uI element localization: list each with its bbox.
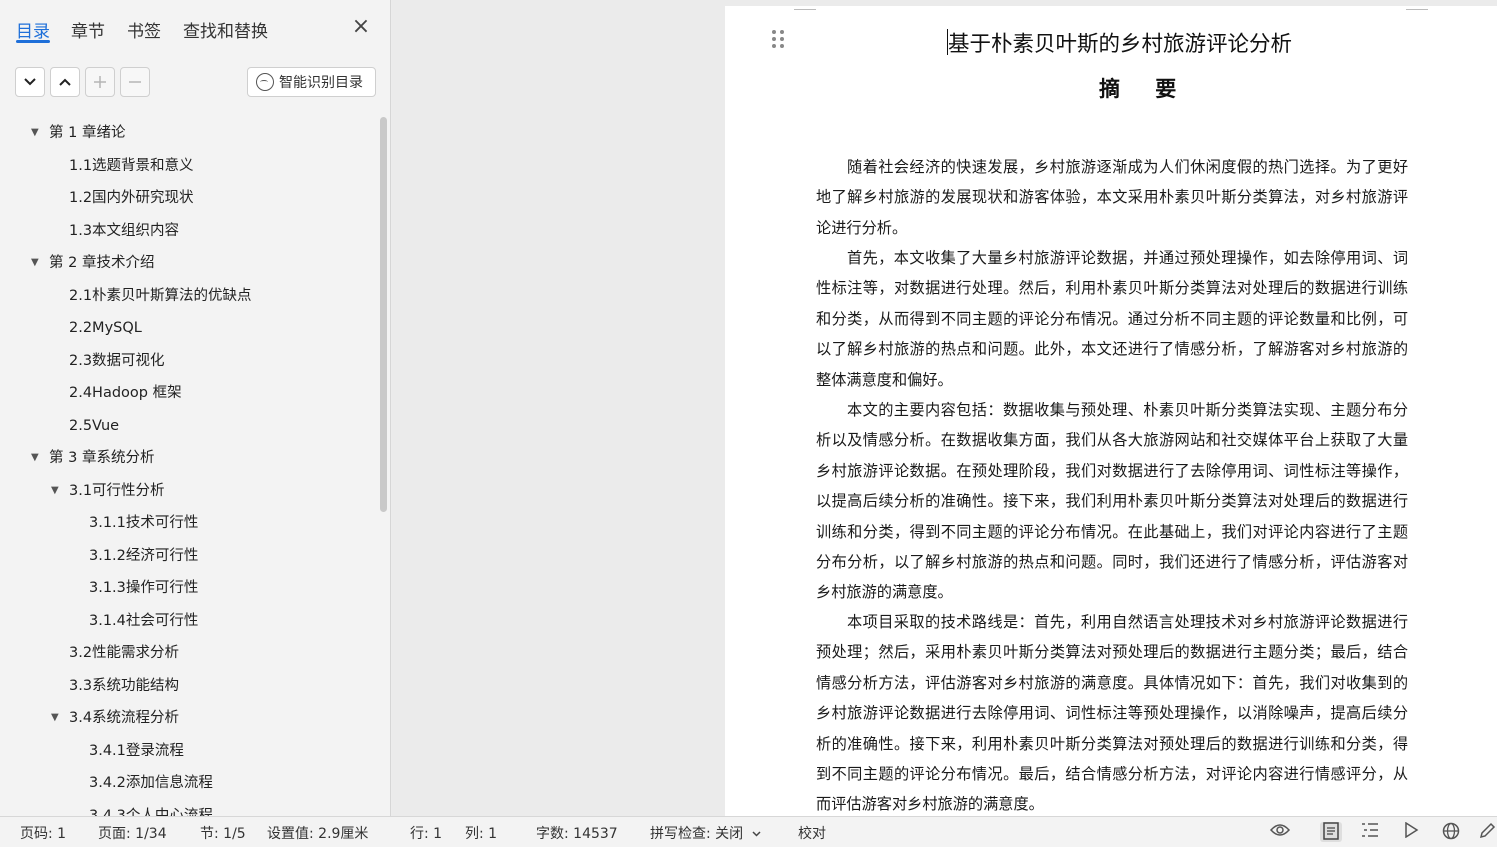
expand-arrow-icon[interactable]: ▼ [31,444,39,472]
toc-item-label: 1.2国内外研究现状 [69,190,194,206]
toc-item-label: 3.2性能需求分析 [69,645,180,661]
remove-toc-item-button[interactable] [120,67,150,97]
toc-item[interactable]: 2.5Vue [0,412,378,440]
toc-item[interactable]: 2.1朴素贝叶斯算法的优缺点 [0,282,378,310]
document-title: 基于朴素贝叶斯的乡村旅游评论分析 [948,32,1293,57]
toc-item-label: 3.4.3个人中心流程 [89,807,213,817]
toc-item[interactable]: ▼ 3.4系统流程分析 [0,704,378,732]
toc-item[interactable]: 1.2国内外研究现状 [0,184,378,212]
toc-item-label: 3.4系统流程分析 [69,710,180,726]
status-bar: 页码: 1 页面: 1/34 节: 1/5 设置值: 2.9厘米 行: 1 列:… [0,816,1497,847]
toc-item-label: 第 1 章绪论 [49,125,126,141]
page-margin-marker [1406,6,1428,10]
status-col[interactable]: 列: 1 [465,823,497,843]
add-toc-item-button[interactable] [85,67,115,97]
toc-item[interactable]: 3.1.1技术可行性 [0,509,378,537]
toc-item[interactable]: 3.4.2添加信息流程 [0,769,378,797]
toc-item[interactable]: ▼ 3.1可行性分析 [0,477,378,505]
abstract-paragraph-1: 随着社会经济的快速发展，乡村旅游逐渐成为人们休闲度假的热门选择。为了更好地了解乡… [816,158,1408,237]
status-word-count[interactable]: 字数: 14537 [536,823,618,843]
toc-item[interactable]: 3.1.4社会可行性 [0,607,378,635]
expand-all-button[interactable] [15,67,45,97]
minus-icon [129,81,141,83]
status-section[interactable]: 节: 1/5 [200,823,246,843]
toc-item[interactable]: 3.2性能需求分析 [0,639,378,667]
expand-arrow-icon[interactable]: ▼ [51,477,59,505]
abstract-heading: 摘 要 [1099,76,1191,101]
eye-icon[interactable] [1269,822,1291,842]
active-tab-indicator [16,40,50,43]
toc-item[interactable]: ▼ 第 2 章技术介绍 [0,249,378,277]
smart-recognize-icon [256,73,274,91]
toc-item[interactable]: 3.3系统功能结构 [0,672,378,700]
status-setting[interactable]: 设置值: 2.9厘米 [267,823,368,843]
toc-scrollbar[interactable] [380,117,387,512]
toc-item-label: 3.4.2添加信息流程 [89,775,213,791]
toc-item-label: 3.1.1技术可行性 [89,515,199,531]
tab-chapters[interactable]: 章节 [71,17,105,42]
toc-item-label: 1.1选题背景和意义 [69,157,194,174]
chevron-down-icon [752,831,761,837]
collapse-all-button[interactable] [50,67,80,97]
expand-arrow-icon[interactable]: ▼ [31,249,39,277]
tab-find-replace[interactable]: 查找和替换 [183,17,268,42]
play-icon[interactable] [1400,821,1422,842]
toc-item[interactable]: 3.4.3个人中心流程 [0,802,378,817]
toc-item-label: 3.3系统功能结构 [69,677,180,694]
expand-arrow-icon[interactable]: ▼ [31,119,39,147]
status-spell-check[interactable]: 拼写检查: 关闭 [650,823,761,843]
toc-tree: ▼ 第 1 章绪论 1.1选题背景和意义 1.2国内外研究现状 1.3本文组织内容 ▼ 第 … [0,116,378,816]
toc-item[interactable]: 3.1.3操作可行性 [0,574,378,602]
toc-item[interactable]: ▼ 第 3 章系统分析 [0,444,378,472]
toc-item[interactable]: 1.1选题背景和意义 [0,152,378,180]
chevron-up-icon [59,78,71,86]
tab-toc[interactable]: 目录 [16,17,50,42]
outline-view-icon[interactable] [1359,822,1381,842]
smart-toc-label: 智能识别目录 [279,75,363,91]
status-row[interactable]: 行: 1 [410,823,442,843]
toc-item[interactable]: 2.3数据可视化 [0,347,378,375]
toc-item-label: 2.2MySQL [69,320,142,336]
spell-check-label: 拼写检查: 关闭 [650,826,744,842]
toc-item-label: 2.4Hadoop 框架 [69,385,182,401]
page-view-icon[interactable] [1320,822,1342,842]
toc-sidebar: 目录 章节 书签 查找和替换 × 智能识别目录 ▼ 第 1 章绪论 1.1选题背景和… [0,0,391,816]
toc-item[interactable]: 3.4.1登录流程 [0,737,378,765]
toc-item[interactable]: 1.3本文组织内容 [0,217,378,245]
status-page[interactable]: 页面: 1/34 [98,823,167,843]
toc-item-label: 2.3数据可视化 [69,352,165,369]
abstract-paragraph-3: 本文的主要内容包括：数据收集与预处理、朴素贝叶斯分类算法实现、主题分布分析以及情… [816,401,1408,602]
toc-item-label: 2.1朴素贝叶斯算法的优缺点 [69,287,252,304]
toc-item[interactable]: 2.4Hadoop 框架 [0,379,378,407]
toc-item-label: 2.5Vue [69,417,120,434]
abstract-paragraph-2: 首先，本文收集了大量乡村旅游评论数据，并通过预处理操作，如去除停用词、词性标注等… [816,249,1408,389]
status-proofread[interactable]: 校对 [798,823,826,843]
toc-item-label: 3.1.3操作可行性 [89,580,199,596]
toc-item-label: 第 2 章技术介绍 [49,255,155,271]
toc-item-label: 第 3 章系统分析 [49,450,155,466]
toc-item-label: 3.1可行性分析 [69,482,165,499]
toc-item-label: 3.1.2经济可行性 [89,547,199,564]
page-margin-marker [794,6,816,10]
abstract-paragraph-4: 本项目采取的技术路线是：首先，利用自然语言处理技术对乡村旅游评论数据进行预处理；… [816,613,1408,814]
pen-icon[interactable] [1478,822,1496,842]
expand-arrow-icon[interactable]: ▼ [51,704,59,732]
toc-item-label: 1.3本文组织内容 [69,222,180,239]
globe-icon[interactable] [1440,822,1462,842]
toc-item-label: 3.4.1登录流程 [89,742,184,759]
smart-toc-button[interactable]: 智能识别目录 [247,67,376,97]
chevron-down-icon [24,78,36,86]
close-icon[interactable]: × [350,16,372,39]
status-page-code[interactable]: 页码: 1 [20,823,66,843]
toc-item[interactable]: 3.1.2经济可行性 [0,542,378,570]
plus-icon [94,76,106,88]
toc-item[interactable]: ▼ 第 1 章绪论 [0,119,378,147]
tab-bookmarks[interactable]: 书签 [127,17,161,42]
toc-item-label: 3.1.4社会可行性 [89,612,199,629]
drag-handle-icon[interactable] [772,30,784,52]
sidebar-tabs: 目录 章节 书签 查找和替换 × [0,0,390,50]
toc-item[interactable]: 2.2MySQL [0,314,378,342]
